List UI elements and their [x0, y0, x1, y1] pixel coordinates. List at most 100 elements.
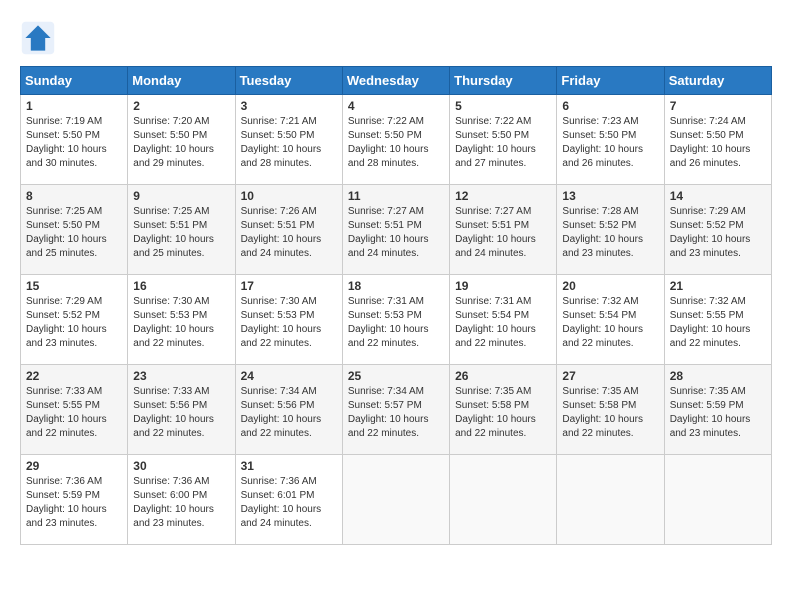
header-saturday: Saturday — [664, 67, 771, 95]
day-cell-9: 9 Sunrise: 7:25 AM Sunset: 5:51 PM Dayli… — [128, 185, 235, 275]
day-info: Sunrise: 7:32 AM Sunset: 5:54 PM Dayligh… — [562, 295, 658, 351]
day-cell-23: 23 Sunrise: 7:33 AM Sunset: 5:56 PM Dayl… — [128, 365, 235, 455]
day-number: 29 — [26, 459, 122, 473]
day-cell-3: 3 Sunrise: 7:21 AM Sunset: 5:50 PM Dayli… — [235, 95, 342, 185]
day-info: Sunrise: 7:22 AM Sunset: 5:50 PM Dayligh… — [348, 115, 444, 171]
day-info: Sunrise: 7:29 AM Sunset: 5:52 PM Dayligh… — [26, 295, 122, 351]
day-cell-15: 15 Sunrise: 7:29 AM Sunset: 5:52 PM Dayl… — [21, 275, 128, 365]
day-number: 5 — [455, 99, 551, 113]
page-header — [20, 20, 772, 56]
empty-cell — [342, 455, 449, 545]
calendar-week-row: 15 Sunrise: 7:29 AM Sunset: 5:52 PM Dayl… — [21, 275, 772, 365]
day-cell-24: 24 Sunrise: 7:34 AM Sunset: 5:56 PM Dayl… — [235, 365, 342, 455]
header-row: SundayMondayTuesdayWednesdayThursdayFrid… — [21, 67, 772, 95]
day-cell-7: 7 Sunrise: 7:24 AM Sunset: 5:50 PM Dayli… — [664, 95, 771, 185]
day-cell-2: 2 Sunrise: 7:20 AM Sunset: 5:50 PM Dayli… — [128, 95, 235, 185]
day-info: Sunrise: 7:34 AM Sunset: 5:56 PM Dayligh… — [241, 385, 337, 441]
day-number: 9 — [133, 189, 229, 203]
day-info: Sunrise: 7:23 AM Sunset: 5:50 PM Dayligh… — [562, 115, 658, 171]
day-cell-6: 6 Sunrise: 7:23 AM Sunset: 5:50 PM Dayli… — [557, 95, 664, 185]
day-number: 14 — [670, 189, 766, 203]
day-info: Sunrise: 7:19 AM Sunset: 5:50 PM Dayligh… — [26, 115, 122, 171]
empty-cell — [664, 455, 771, 545]
day-info: Sunrise: 7:29 AM Sunset: 5:52 PM Dayligh… — [670, 205, 766, 261]
calendar-week-row: 8 Sunrise: 7:25 AM Sunset: 5:50 PM Dayli… — [21, 185, 772, 275]
day-info: Sunrise: 7:36 AM Sunset: 6:00 PM Dayligh… — [133, 475, 229, 531]
day-cell-11: 11 Sunrise: 7:27 AM Sunset: 5:51 PM Dayl… — [342, 185, 449, 275]
day-info: Sunrise: 7:25 AM Sunset: 5:51 PM Dayligh… — [133, 205, 229, 261]
day-number: 11 — [348, 189, 444, 203]
day-info: Sunrise: 7:35 AM Sunset: 5:58 PM Dayligh… — [562, 385, 658, 441]
day-info: Sunrise: 7:36 AM Sunset: 5:59 PM Dayligh… — [26, 475, 122, 531]
calendar-week-row: 29 Sunrise: 7:36 AM Sunset: 5:59 PM Dayl… — [21, 455, 772, 545]
day-number: 8 — [26, 189, 122, 203]
day-cell-31: 31 Sunrise: 7:36 AM Sunset: 6:01 PM Dayl… — [235, 455, 342, 545]
day-info: Sunrise: 7:27 AM Sunset: 5:51 PM Dayligh… — [455, 205, 551, 261]
empty-cell — [557, 455, 664, 545]
header-tuesday: Tuesday — [235, 67, 342, 95]
calendar-week-row: 22 Sunrise: 7:33 AM Sunset: 5:55 PM Dayl… — [21, 365, 772, 455]
day-cell-27: 27 Sunrise: 7:35 AM Sunset: 5:58 PM Dayl… — [557, 365, 664, 455]
day-cell-19: 19 Sunrise: 7:31 AM Sunset: 5:54 PM Dayl… — [450, 275, 557, 365]
day-number: 30 — [133, 459, 229, 473]
header-sunday: Sunday — [21, 67, 128, 95]
day-number: 2 — [133, 99, 229, 113]
day-number: 18 — [348, 279, 444, 293]
day-number: 4 — [348, 99, 444, 113]
empty-cell — [450, 455, 557, 545]
day-info: Sunrise: 7:30 AM Sunset: 5:53 PM Dayligh… — [241, 295, 337, 351]
day-info: Sunrise: 7:28 AM Sunset: 5:52 PM Dayligh… — [562, 205, 658, 261]
header-friday: Friday — [557, 67, 664, 95]
day-number: 21 — [670, 279, 766, 293]
day-cell-21: 21 Sunrise: 7:32 AM Sunset: 5:55 PM Dayl… — [664, 275, 771, 365]
day-info: Sunrise: 7:27 AM Sunset: 5:51 PM Dayligh… — [348, 205, 444, 261]
day-number: 25 — [348, 369, 444, 383]
day-number: 22 — [26, 369, 122, 383]
day-number: 23 — [133, 369, 229, 383]
day-number: 26 — [455, 369, 551, 383]
day-cell-4: 4 Sunrise: 7:22 AM Sunset: 5:50 PM Dayli… — [342, 95, 449, 185]
day-cell-26: 26 Sunrise: 7:35 AM Sunset: 5:58 PM Dayl… — [450, 365, 557, 455]
day-info: Sunrise: 7:33 AM Sunset: 5:56 PM Dayligh… — [133, 385, 229, 441]
day-number: 19 — [455, 279, 551, 293]
day-number: 1 — [26, 99, 122, 113]
day-cell-5: 5 Sunrise: 7:22 AM Sunset: 5:50 PM Dayli… — [450, 95, 557, 185]
header-wednesday: Wednesday — [342, 67, 449, 95]
day-info: Sunrise: 7:33 AM Sunset: 5:55 PM Dayligh… — [26, 385, 122, 441]
day-info: Sunrise: 7:26 AM Sunset: 5:51 PM Dayligh… — [241, 205, 337, 261]
day-info: Sunrise: 7:20 AM Sunset: 5:50 PM Dayligh… — [133, 115, 229, 171]
header-monday: Monday — [128, 67, 235, 95]
day-cell-30: 30 Sunrise: 7:36 AM Sunset: 6:00 PM Dayl… — [128, 455, 235, 545]
day-info: Sunrise: 7:22 AM Sunset: 5:50 PM Dayligh… — [455, 115, 551, 171]
day-number: 13 — [562, 189, 658, 203]
day-info: Sunrise: 7:35 AM Sunset: 5:58 PM Dayligh… — [455, 385, 551, 441]
day-info: Sunrise: 7:36 AM Sunset: 6:01 PM Dayligh… — [241, 475, 337, 531]
day-cell-22: 22 Sunrise: 7:33 AM Sunset: 5:55 PM Dayl… — [21, 365, 128, 455]
day-cell-20: 20 Sunrise: 7:32 AM Sunset: 5:54 PM Dayl… — [557, 275, 664, 365]
day-number: 20 — [562, 279, 658, 293]
day-cell-14: 14 Sunrise: 7:29 AM Sunset: 5:52 PM Dayl… — [664, 185, 771, 275]
day-number: 16 — [133, 279, 229, 293]
day-cell-10: 10 Sunrise: 7:26 AM Sunset: 5:51 PM Dayl… — [235, 185, 342, 275]
day-cell-28: 28 Sunrise: 7:35 AM Sunset: 5:59 PM Dayl… — [664, 365, 771, 455]
day-number: 31 — [241, 459, 337, 473]
day-number: 28 — [670, 369, 766, 383]
day-number: 3 — [241, 99, 337, 113]
calendar-week-row: 1 Sunrise: 7:19 AM Sunset: 5:50 PM Dayli… — [21, 95, 772, 185]
day-cell-12: 12 Sunrise: 7:27 AM Sunset: 5:51 PM Dayl… — [450, 185, 557, 275]
day-cell-29: 29 Sunrise: 7:36 AM Sunset: 5:59 PM Dayl… — [21, 455, 128, 545]
day-info: Sunrise: 7:35 AM Sunset: 5:59 PM Dayligh… — [670, 385, 766, 441]
calendar-table: SundayMondayTuesdayWednesdayThursdayFrid… — [20, 66, 772, 545]
logo-icon — [20, 20, 56, 56]
day-cell-16: 16 Sunrise: 7:30 AM Sunset: 5:53 PM Dayl… — [128, 275, 235, 365]
day-info: Sunrise: 7:34 AM Sunset: 5:57 PM Dayligh… — [348, 385, 444, 441]
day-number: 24 — [241, 369, 337, 383]
day-info: Sunrise: 7:30 AM Sunset: 5:53 PM Dayligh… — [133, 295, 229, 351]
day-cell-8: 8 Sunrise: 7:25 AM Sunset: 5:50 PM Dayli… — [21, 185, 128, 275]
day-info: Sunrise: 7:31 AM Sunset: 5:54 PM Dayligh… — [455, 295, 551, 351]
day-info: Sunrise: 7:21 AM Sunset: 5:50 PM Dayligh… — [241, 115, 337, 171]
header-thursday: Thursday — [450, 67, 557, 95]
day-info: Sunrise: 7:32 AM Sunset: 5:55 PM Dayligh… — [670, 295, 766, 351]
day-cell-1: 1 Sunrise: 7:19 AM Sunset: 5:50 PM Dayli… — [21, 95, 128, 185]
day-number: 17 — [241, 279, 337, 293]
